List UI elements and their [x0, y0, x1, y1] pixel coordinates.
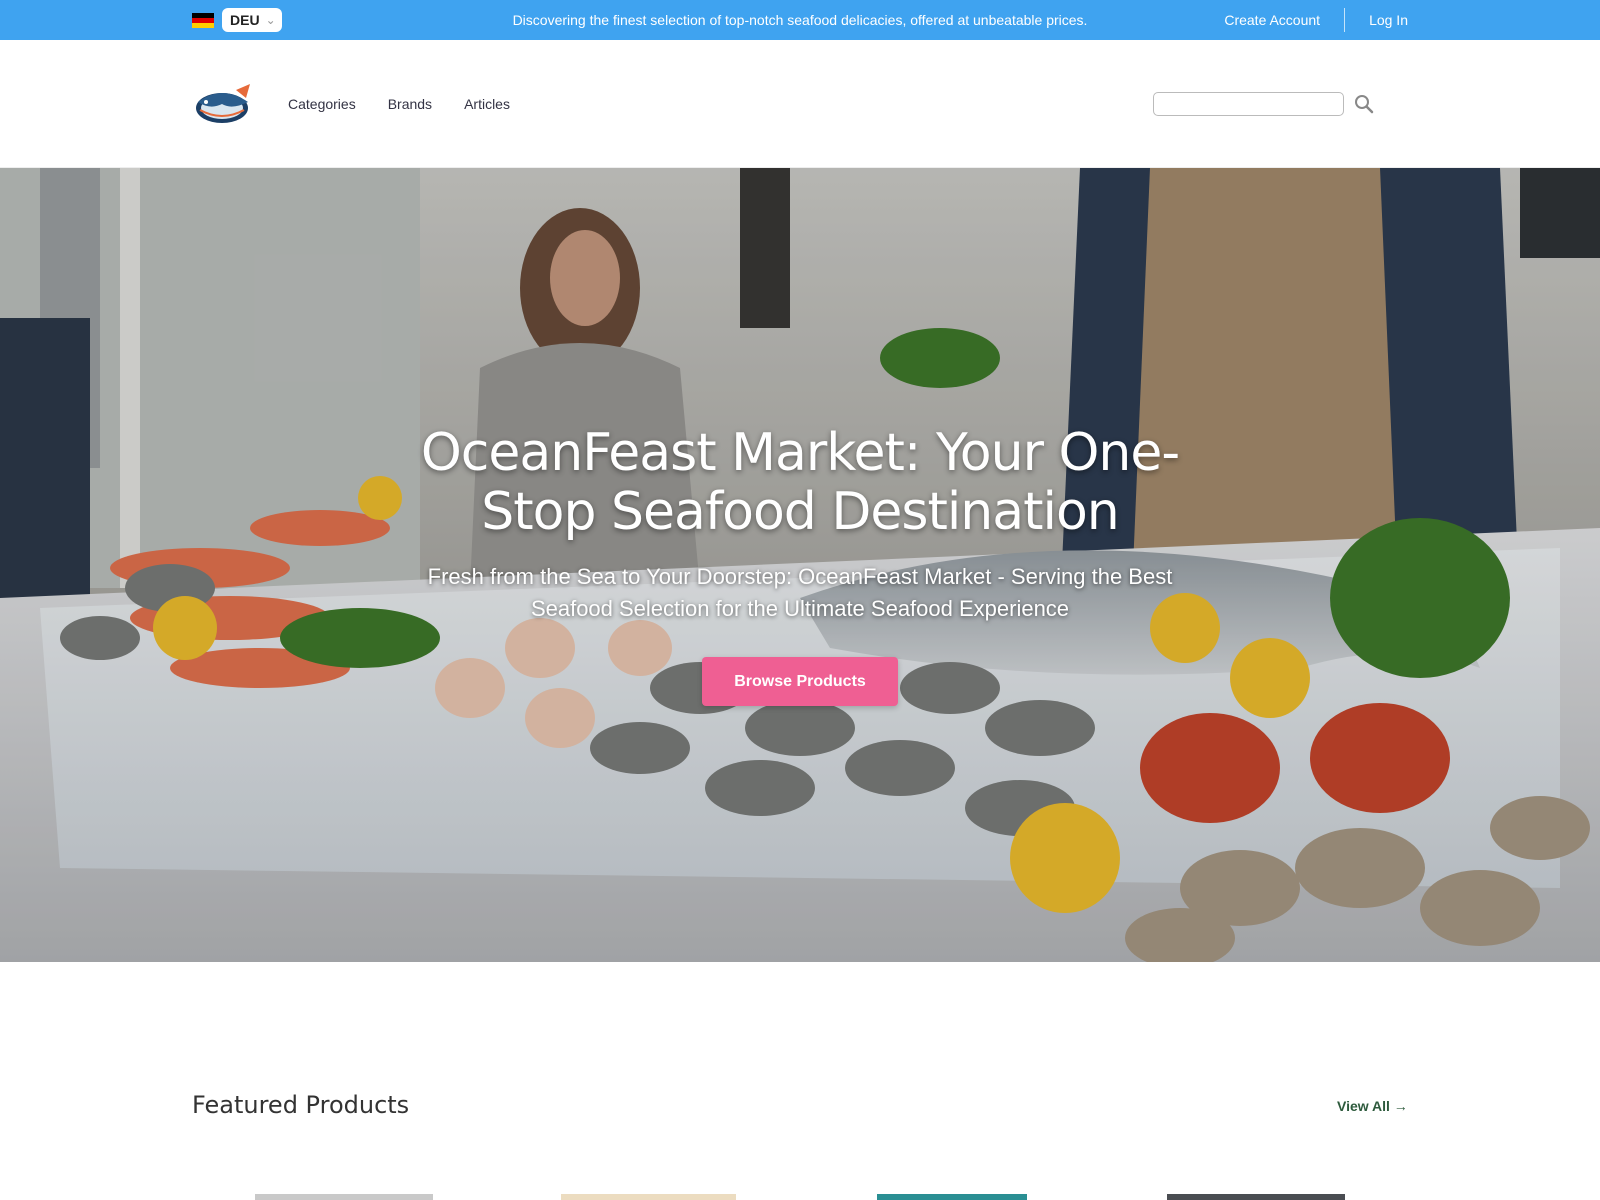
create-account-link[interactable]: Create Account: [1224, 12, 1320, 28]
featured-products-heading: Featured Products: [192, 1091, 410, 1119]
hero-banner: OceanFeast Market: Your One-Stop Seafood…: [0, 168, 1600, 962]
search-input[interactable]: [1153, 92, 1344, 116]
logo[interactable]: [192, 80, 256, 126]
nav-articles[interactable]: Articles: [464, 96, 510, 112]
search-icon[interactable]: [1354, 94, 1374, 114]
divider: [1344, 8, 1346, 32]
view-all-link[interactable]: View All →: [1337, 1098, 1408, 1114]
hero-subtitle: Fresh from the Sea to Your Doorstep: Oce…: [427, 564, 1173, 621]
nav-brands[interactable]: Brands: [388, 96, 432, 112]
top-bar: DEU ⌄ Discovering the finest selection o…: [0, 0, 1600, 40]
nav-categories[interactable]: Categories: [288, 96, 356, 112]
log-in-link[interactable]: Log In: [1369, 12, 1408, 28]
site-header: Categories Brands Articles: [0, 40, 1600, 168]
hero-title: OceanFeast Market: Your One-Stop Seafood…: [420, 423, 1180, 542]
account-links: Create Account Log In: [1224, 0, 1408, 40]
browse-products-button[interactable]: Browse Products: [702, 657, 898, 706]
product-thumbnail[interactable]: [1167, 1194, 1345, 1200]
main-nav: Categories Brands Articles: [288, 96, 510, 112]
product-thumbnail[interactable]: [255, 1194, 433, 1200]
product-thumbnail[interactable]: [877, 1194, 1027, 1200]
product-thumbnail[interactable]: [561, 1194, 736, 1200]
